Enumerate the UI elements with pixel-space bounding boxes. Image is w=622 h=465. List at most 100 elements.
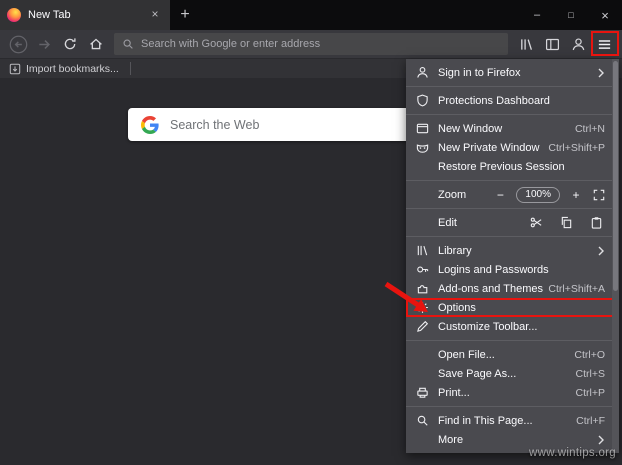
zoom-level-indicator[interactable]: 100%	[516, 186, 560, 203]
library-icon	[519, 37, 534, 52]
home-button[interactable]	[83, 32, 109, 56]
home-icon	[89, 37, 103, 51]
titlebar: New Tab × + – □ ×	[0, 0, 622, 30]
back-icon	[8, 34, 29, 55]
forward-button[interactable]	[31, 32, 57, 56]
hamburger-menu-button[interactable]	[591, 32, 617, 56]
app-menu-list: Sign in to Firefox Protections Dashboard N…	[406, 59, 619, 453]
menu-item-label: Logins and Passwords	[438, 263, 549, 276]
menu-item-shortcut: Ctrl+O	[574, 348, 605, 361]
library-button[interactable]	[513, 32, 539, 56]
minimize-button[interactable]: –	[520, 0, 554, 30]
pencil-icon	[415, 320, 429, 334]
menu-item-label: Protections Dashboard	[438, 94, 550, 107]
reload-button[interactable]	[57, 32, 83, 56]
menu-item-shortcut: Ctrl+N	[574, 122, 605, 135]
menu-item-shortcut: Ctrl+F	[576, 414, 605, 427]
import-bookmarks-label: Import bookmarks...	[26, 62, 119, 75]
reload-icon	[63, 37, 77, 51]
icon-spacer	[415, 433, 429, 447]
window-icon	[415, 122, 429, 136]
chevron-right-icon	[597, 68, 605, 78]
url-bar[interactable]: Search with Google or enter address	[114, 33, 508, 55]
back-button[interactable]	[5, 32, 31, 56]
menu-item-shortcut: Ctrl+P	[575, 386, 605, 399]
google-logo-icon	[141, 115, 159, 134]
menu-scrollbar[interactable]	[612, 59, 619, 453]
tab-title: New Tab	[28, 9, 71, 21]
menu-item-library[interactable]: Library	[406, 241, 619, 260]
menu-item-shortcut: Ctrl+Shift+A	[548, 282, 605, 295]
menu-separator	[406, 406, 619, 407]
sidebar-button[interactable]	[539, 32, 565, 56]
close-button[interactable]: ×	[588, 0, 622, 30]
menu-item-label: More	[438, 433, 464, 446]
forward-icon	[37, 37, 52, 52]
menu-item-zoom[interactable]: Zoom −100% +	[406, 185, 619, 204]
menu-item-customize-toolbar[interactable]: Customize Toolbar...	[406, 317, 619, 336]
gear-icon	[415, 301, 429, 315]
icon-spacer	[415, 348, 429, 362]
menu-item-shortcut: Ctrl+S	[575, 367, 605, 380]
key-icon	[415, 263, 429, 277]
copy-icon[interactable]	[560, 216, 573, 229]
menu-item-protections-dashboard[interactable]: Protections Dashboard	[406, 91, 619, 110]
sidebar-icon	[545, 37, 560, 52]
account-button[interactable]	[565, 32, 591, 56]
tab-new-tab[interactable]: New Tab ×	[0, 0, 170, 30]
menu-item-label: New Window	[438, 122, 503, 135]
menu-item-open-file[interactable]: Open File... Ctrl+O	[406, 345, 619, 364]
menu-item-add-ons-and-themes[interactable]: Add-ons and Themes Ctrl+Shift+A	[406, 279, 619, 298]
zoom-in-button[interactable]: +	[569, 188, 583, 202]
menu-item-label: Add-ons and Themes	[438, 282, 543, 295]
chevron-right-icon	[597, 246, 605, 256]
menu-item-label: Edit	[438, 216, 457, 229]
paste-icon[interactable]	[590, 216, 603, 229]
maximize-button[interactable]: □	[554, 0, 588, 30]
menu-scrollbar-thumb[interactable]	[613, 61, 618, 291]
url-bar-placeholder: Search with Google or enter address	[141, 38, 321, 50]
shield-icon	[415, 94, 429, 108]
menu-item-restore-previous-session[interactable]: Restore Previous Session	[406, 157, 619, 176]
watermark: www.wintips.org	[529, 447, 616, 459]
edit-controls	[530, 216, 605, 229]
printer-icon	[415, 386, 429, 400]
menu-item-find-in-this-page[interactable]: Find in This Page... Ctrl+F	[406, 411, 619, 430]
new-tab-button[interactable]: +	[170, 0, 200, 30]
zoom-controls: −100% +	[493, 186, 605, 203]
app-menu: Sign in to Firefox Protections Dashboard N…	[406, 59, 619, 453]
menu-item-label: Zoom	[438, 188, 467, 201]
fullscreen-icon[interactable]	[593, 189, 605, 201]
menu-item-label: Customize Toolbar...	[438, 320, 538, 333]
zoom-out-button[interactable]: −	[493, 188, 507, 202]
menu-item-options[interactable]: Options	[406, 298, 619, 317]
menu-item-new-window[interactable]: New Window Ctrl+N	[406, 119, 619, 138]
icon-spacer	[415, 216, 429, 230]
menu-item-label: New Private Window	[438, 141, 540, 154]
navigation-toolbar: Search with Google or enter address	[0, 30, 622, 58]
menu-separator	[406, 340, 619, 341]
icon-spacer	[415, 188, 429, 202]
magnifier-icon	[415, 414, 429, 428]
menu-separator	[406, 114, 619, 115]
menu-item-label: Open File...	[438, 348, 495, 361]
menu-item-label: Save Page As...	[438, 367, 517, 380]
import-bookmarks-button[interactable]: Import bookmarks...	[6, 62, 122, 76]
titlebar-drag-area	[200, 0, 520, 30]
tab-close-icon[interactable]: ×	[147, 7, 163, 23]
menu-item-edit[interactable]: Edit	[406, 213, 619, 232]
hamburger-icon	[597, 37, 612, 52]
menu-separator	[406, 180, 619, 181]
person-icon	[415, 66, 429, 80]
cut-icon[interactable]	[530, 216, 543, 229]
menu-item-print[interactable]: Print... Ctrl+P	[406, 383, 619, 402]
menu-item-logins-and-passwords[interactable]: Logins and Passwords	[406, 260, 619, 279]
web-search-placeholder: Search the Web	[170, 117, 260, 132]
menu-item-new-private-window[interactable]: New Private Window Ctrl+Shift+P	[406, 138, 619, 157]
menu-item-sign-in-to-firefox[interactable]: Sign in to Firefox	[406, 63, 619, 82]
window-controls: – □ ×	[520, 0, 622, 30]
menu-item-label: Library	[438, 244, 472, 257]
menu-item-label: Sign in to Firefox	[438, 66, 521, 79]
menu-item-save-page-as[interactable]: Save Page As... Ctrl+S	[406, 364, 619, 383]
menu-separator	[406, 236, 619, 237]
